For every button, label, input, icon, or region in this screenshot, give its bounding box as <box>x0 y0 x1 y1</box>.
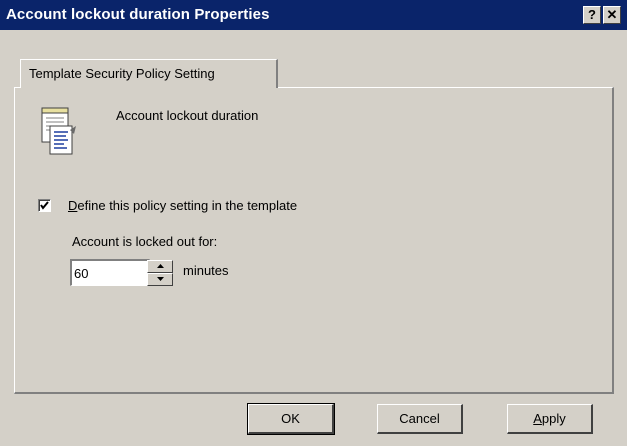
close-button[interactable]: ✕ <box>603 6 621 24</box>
window-title: Account lockout duration Properties <box>6 6 270 23</box>
tab-label: Template Security Policy Setting <box>29 66 215 81</box>
help-button[interactable]: ? <box>583 6 601 24</box>
tab-template-security-policy-setting[interactable]: Template Security Policy Setting <box>20 59 278 88</box>
ok-button[interactable]: OK <box>247 403 335 435</box>
title-bar: Account lockout duration Properties ? ✕ <box>0 0 627 30</box>
tab-panel <box>14 87 614 394</box>
apply-button[interactable]: Apply <box>507 404 593 434</box>
cancel-button[interactable]: Cancel <box>377 404 463 434</box>
